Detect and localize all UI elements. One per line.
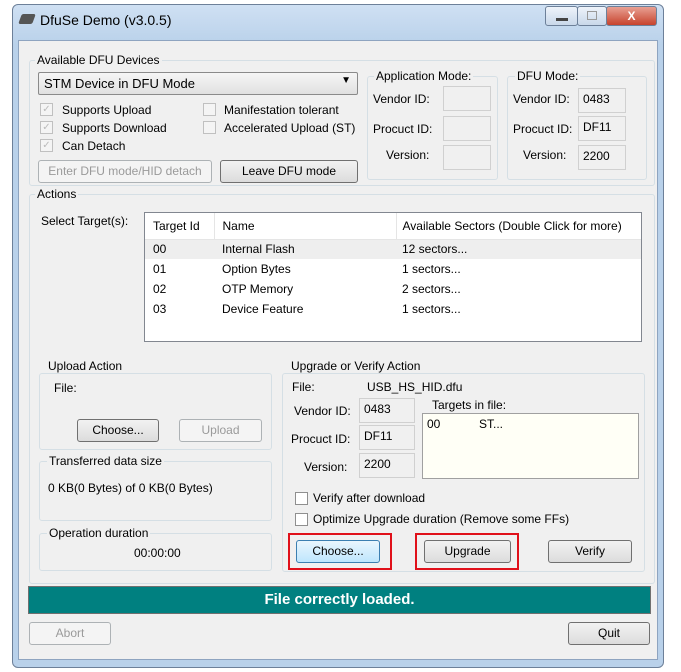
dfu-version-field: 2200 xyxy=(578,145,626,170)
manifestation-tolerant-label: Manifestation tolerant xyxy=(224,103,339,117)
dfu-product-label: Procuct ID: xyxy=(513,122,573,136)
app-version-field xyxy=(443,145,491,170)
chevron-down-icon: ▼ xyxy=(341,75,351,86)
app-vendor-label: Vendor ID: xyxy=(373,92,430,106)
leave-dfu-button[interactable]: Leave DFU mode xyxy=(220,160,358,183)
dfu-mode-label: DFU Mode: xyxy=(515,69,581,83)
dfu-version-label: Version: xyxy=(523,148,567,162)
upgrade-file-value: USB_HS_HID.dfu xyxy=(367,380,463,394)
supports-upload-label: Supports Upload xyxy=(62,103,152,117)
cell-name: Internal Flash xyxy=(222,242,295,257)
devices-group-label: Available DFU Devices xyxy=(35,53,162,67)
window-title: DfuSe Demo (v3.0.5) xyxy=(40,12,172,28)
actions-group-label: Actions xyxy=(35,187,79,201)
cell-target-id: 02 xyxy=(153,282,167,296)
targets-in-file-label: Targets in file: xyxy=(432,398,507,412)
maximize-button[interactable] xyxy=(577,6,607,26)
upgrade-button[interactable]: Upgrade xyxy=(424,540,511,563)
duration-label: Operation duration xyxy=(47,526,151,540)
upgrade-file-label: File: xyxy=(292,380,315,394)
optimize-upgrade-label: Optimize Upgrade duration (Remove some F… xyxy=(313,512,570,526)
target-in-file-name: ST... xyxy=(479,417,504,431)
verify-button[interactable]: Verify xyxy=(548,540,632,563)
cell-target-id: 03 xyxy=(153,302,167,316)
enter-dfu-button[interactable]: Enter DFU mode/HID detach xyxy=(38,160,212,183)
app-product-field xyxy=(443,116,491,141)
quit-button[interactable]: Quit xyxy=(568,622,650,645)
upload-choose-button[interactable]: Choose... xyxy=(77,419,159,442)
verify-after-download-checkbox[interactable] xyxy=(295,492,308,505)
close-button[interactable]: X xyxy=(606,6,657,26)
targets-in-file-list[interactable]: 00 ST... xyxy=(422,413,639,479)
upgrade-vendor-field: 0483 xyxy=(359,398,415,423)
accelerated-upload-checkbox[interactable] xyxy=(203,121,216,134)
upgrade-version-label: Version: xyxy=(304,460,348,474)
cell-sectors: 12 sectors... xyxy=(402,242,468,257)
upgrade-product-label: Procuct ID: xyxy=(291,432,351,446)
verify-after-download-label: Verify after download xyxy=(313,491,426,505)
minimize-button[interactable] xyxy=(545,6,578,26)
upgrade-label: Upgrade or Verify Action xyxy=(289,359,423,373)
upgrade-version-field: 2200 xyxy=(359,453,415,478)
can-detach-checkbox[interactable]: ✓ xyxy=(40,139,53,152)
cell-name: Option Bytes xyxy=(222,262,291,276)
select-target-label: Select Target(s): xyxy=(41,214,129,228)
upload-action-label: Upload Action xyxy=(46,359,125,373)
dfu-vendor-label: Vendor ID: xyxy=(513,92,570,106)
cell-sectors: 1 sectors... xyxy=(402,302,461,316)
upgrade-choose-button[interactable]: Choose... xyxy=(296,540,380,563)
transferred-label: Transferred data size xyxy=(47,454,164,468)
table-row[interactable]: 03 Device Feature 1 sectors... xyxy=(145,299,641,319)
cell-name: OTP Memory xyxy=(222,282,294,296)
optimize-upgrade-checkbox[interactable] xyxy=(295,513,308,526)
cell-sectors: 1 sectors... xyxy=(402,262,461,276)
supports-download-label: Supports Download xyxy=(62,121,167,135)
abort-button[interactable]: Abort xyxy=(29,622,111,645)
accelerated-upload-label: Accelerated Upload (ST) xyxy=(224,121,356,135)
application-mode-label: Application Mode: xyxy=(374,69,474,83)
cell-sectors: 2 sectors... xyxy=(402,282,461,296)
upload-button[interactable]: Upload xyxy=(179,419,262,442)
targets-list[interactable]: Target Id Name Available Sectors (Double… xyxy=(144,212,642,342)
app-version-label: Version: xyxy=(386,148,430,162)
manifestation-tolerant-checkbox[interactable] xyxy=(203,103,216,116)
dfu-product-field: DF11 xyxy=(578,116,626,141)
upgrade-product-field: DF11 xyxy=(359,425,415,450)
transferred-value: 0 KB(0 Bytes) of 0 KB(0 Bytes) xyxy=(48,481,213,495)
cell-target-id: 01 xyxy=(153,262,167,276)
duration-value: 00:00:00 xyxy=(134,546,181,560)
app-vendor-field xyxy=(443,86,491,111)
status-bar: File correctly loaded. xyxy=(28,586,651,614)
device-select[interactable]: STM Device in DFU Mode ▼ xyxy=(38,72,358,95)
column-header-target-id[interactable]: Target Id xyxy=(145,213,215,239)
column-header-sectors[interactable]: Available Sectors (Double Click for more… xyxy=(396,213,641,239)
supports-upload-checkbox[interactable]: ✓ xyxy=(40,103,53,116)
table-row[interactable]: 01 Option Bytes 1 sectors... xyxy=(145,259,641,279)
target-in-file-id: 00 xyxy=(427,417,441,431)
table-row[interactable]: 02 OTP Memory 2 sectors... xyxy=(145,279,641,299)
cell-target-id: 00 xyxy=(153,242,167,257)
table-row[interactable]: 00 Internal Flash 12 sectors... xyxy=(145,239,641,259)
dfu-vendor-field: 0483 xyxy=(578,88,626,113)
upgrade-vendor-label: Vendor ID: xyxy=(294,404,351,418)
column-header-name[interactable]: Name xyxy=(214,213,397,239)
device-select-value: STM Device in DFU Mode xyxy=(44,76,195,91)
can-detach-label: Can Detach xyxy=(62,139,126,153)
cell-name: Device Feature xyxy=(222,302,304,316)
supports-download-checkbox[interactable]: ✓ xyxy=(40,121,53,134)
app-product-label: Procuct ID: xyxy=(373,122,433,136)
upload-file-label: File: xyxy=(54,381,77,395)
